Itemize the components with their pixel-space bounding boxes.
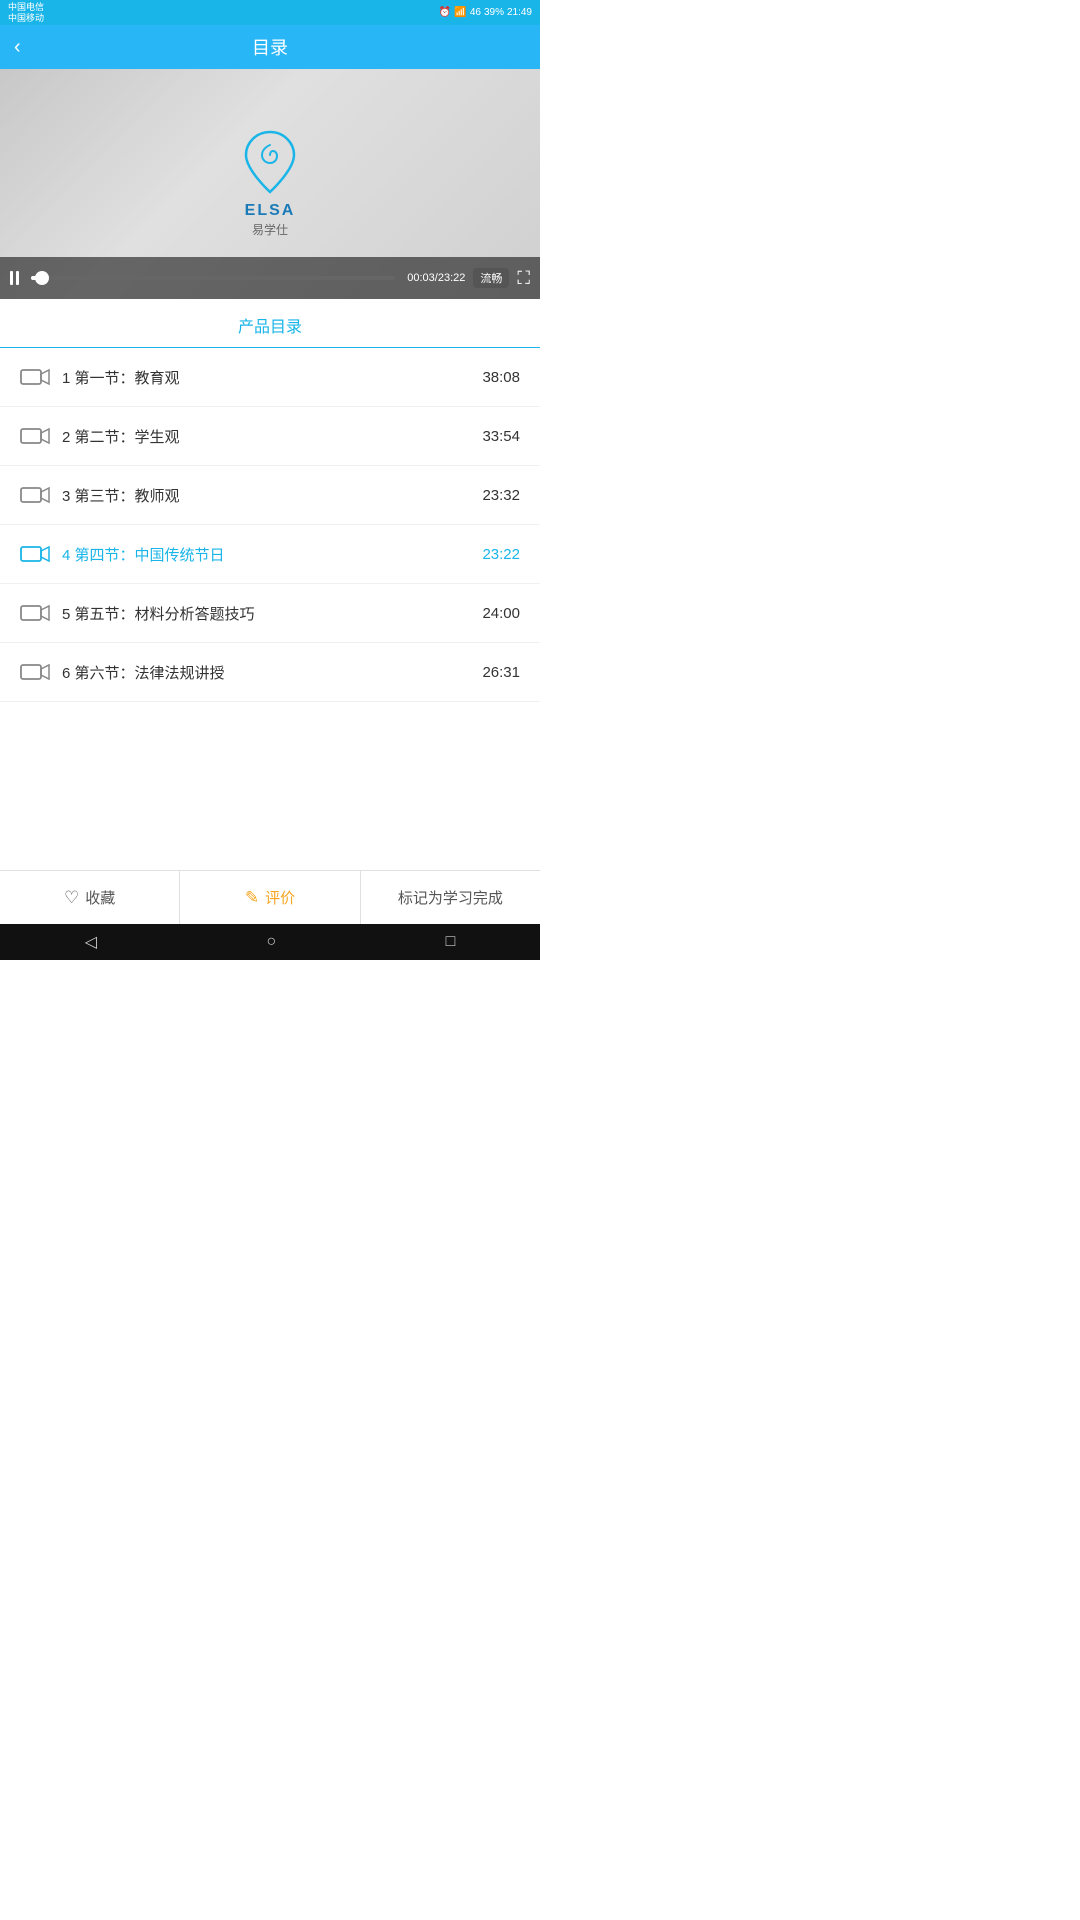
list-item[interactable]: 1 第一节：教育观 38:08 <box>0 348 540 407</box>
item-duration: 38:08 <box>482 369 520 386</box>
video-icon <box>20 543 50 565</box>
nav-bar: ‹ 目录 <box>0 25 540 69</box>
signal-label: 46 <box>470 7 481 18</box>
item-title: 4 第四节：中国传统节日 <box>62 544 472 565</box>
elsa-sub-text: 易学仕 <box>252 221 288 238</box>
course-list: 1 第一节：教育观 38:08 2 第二节：学生观 33:54 3 第三节：教师观 23:… <box>0 348 540 702</box>
review-button[interactable]: ✎ 评价 <box>180 871 360 924</box>
back-button[interactable]: ‹ <box>14 36 21 59</box>
alarm-icon: ⏰ <box>439 7 451 18</box>
carrier-info: 中国电信 中国移动 <box>8 2 44 24</box>
sys-recent-button[interactable]: □ <box>446 933 456 951</box>
battery-label: 39% <box>484 7 504 18</box>
progress-thumb[interactable] <box>35 271 49 285</box>
video-icon <box>20 602 50 624</box>
video-icon <box>20 484 50 506</box>
video-controls: 00:03/23:22 流畅 ⛶ <box>0 257 540 299</box>
favorite-button[interactable]: ♡ 收藏 <box>0 871 180 924</box>
list-item[interactable]: 3 第三节：教师观 23:32 <box>0 466 540 525</box>
heart-icon: ♡ <box>64 888 79 908</box>
sys-home-button[interactable]: ○ <box>266 933 276 951</box>
page-title: 目录 <box>252 34 288 60</box>
elsa-brand-text: ELSA <box>245 202 296 220</box>
bottom-action-bar: ♡ 收藏 ✎ 评价 标记为学习完成 <box>0 870 540 924</box>
edit-icon: ✎ <box>245 888 259 908</box>
status-icons: ⏰ 📶 46 39% 21:49 <box>439 7 532 18</box>
pause-button[interactable] <box>10 271 19 285</box>
video-logo: ELSA 易学仕 <box>240 130 300 238</box>
sys-back-button[interactable]: ◁ <box>85 932 97 952</box>
favorite-label: 收藏 <box>85 887 115 908</box>
item-title: 6 第六节：法律法规讲授 <box>62 662 472 683</box>
item-title: 2 第二节：学生观 <box>62 426 472 447</box>
review-label: 评价 <box>265 887 295 908</box>
complete-label: 标记为学习完成 <box>398 887 503 908</box>
video-icon <box>20 366 50 388</box>
current-time: 00:03/23:22 <box>407 272 465 284</box>
system-nav: ◁ ○ □ <box>0 924 540 960</box>
list-item[interactable]: 6 第六节：法律法规讲授 26:31 <box>0 643 540 702</box>
item-duration: 24:00 <box>482 605 520 622</box>
wifi-icon: 📶 <box>454 7 466 18</box>
item-duration: 33:54 <box>482 428 520 445</box>
complete-button[interactable]: 标记为学习完成 <box>361 871 540 924</box>
item-duration: 23:22 <box>482 546 520 563</box>
progress-track[interactable] <box>31 276 395 280</box>
item-title: 1 第一节：教育观 <box>62 367 472 388</box>
video-icon <box>20 425 50 447</box>
item-title: 5 第五节：材料分析答题技巧 <box>62 603 472 624</box>
fullscreen-button[interactable]: ⛶ <box>517 268 530 289</box>
item-duration: 23:32 <box>482 487 520 504</box>
video-player[interactable]: ELSA 易学仕 00:03/23:22 流畅 ⛶ <box>0 69 540 299</box>
video-icon <box>20 661 50 683</box>
item-duration: 26:31 <box>482 664 520 681</box>
pause-bar-right <box>16 271 19 285</box>
pause-bar-left <box>10 271 13 285</box>
elsa-logo-icon <box>240 130 300 200</box>
status-bar: 中国电信 中国移动 ⏰ 📶 46 39% 21:49 <box>0 0 540 25</box>
list-item[interactable]: 4 第四节：中国传统节日 23:22 <box>0 525 540 584</box>
list-item[interactable]: 5 第五节：材料分析答题技巧 24:00 <box>0 584 540 643</box>
time-label: 21:49 <box>507 7 532 18</box>
section-header: 产品目录 <box>0 299 540 348</box>
item-title: 3 第三节：教师观 <box>62 485 472 506</box>
list-item[interactable]: 2 第二节：学生观 33:54 <box>0 407 540 466</box>
section-header-title: 产品目录 <box>238 319 302 336</box>
quality-button[interactable]: 流畅 <box>473 268 509 288</box>
